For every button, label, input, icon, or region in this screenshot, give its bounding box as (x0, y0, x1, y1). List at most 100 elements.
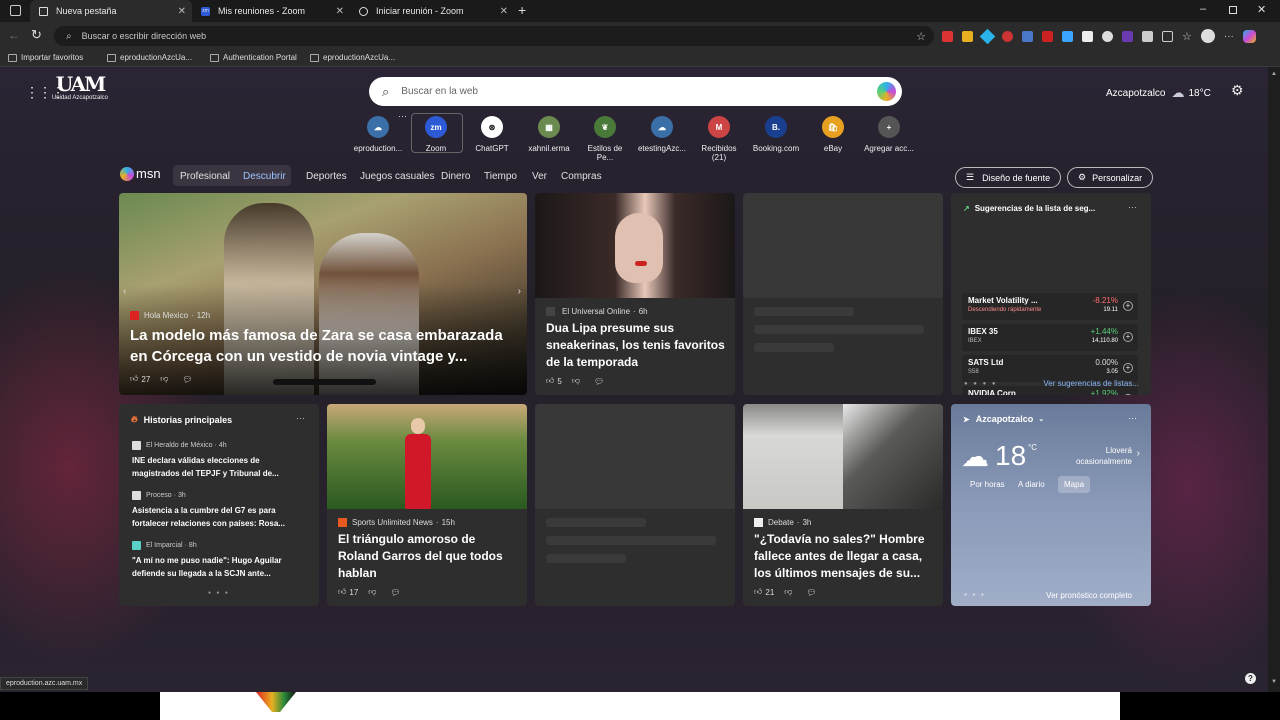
extension-icon[interactable] (1082, 30, 1093, 42)
workspaces-icon[interactable] (10, 5, 21, 16)
pager-dots[interactable]: ● ● ● ● (964, 381, 998, 387)
tab-zoom-start[interactable]: Iniciar reunión - Zoom ✕ (350, 0, 514, 22)
comment-icon[interactable]: 💬︎ (182, 375, 192, 384)
add-icon[interactable]: + (1123, 332, 1133, 342)
tab-zoom-meetings[interactable]: zm Mis reuniones - Zoom ✕ (192, 0, 350, 22)
help-icon[interactable]: ? (1245, 673, 1256, 684)
extension-icon[interactable] (1062, 30, 1073, 42)
like-icon[interactable]: 👍︎ (754, 587, 762, 597)
shortcut-tile[interactable]: ▦ xahnil.erma (524, 115, 574, 155)
tab-new-tab[interactable]: Nueva pestaña ✕ (30, 0, 192, 22)
carousel-dots[interactable] (273, 379, 376, 385)
more-options-icon[interactable]: ··· (1128, 413, 1137, 423)
shortcut-tile[interactable]: ⊛ ChatGPT (467, 115, 517, 155)
stock-row[interactable]: IBEX 35 IBEX +1.44% 14,110.80 + (962, 324, 1138, 351)
nav-item[interactable]: Compras (561, 167, 602, 185)
close-icon[interactable]: ✕ (336, 6, 344, 17)
watchlist-link[interactable]: Ver sugerencias de listas... (1043, 379, 1139, 388)
full-forecast-link[interactable]: Ver pronóstico completo (1046, 591, 1132, 600)
shortcut-tile[interactable]: ☁ eproduction... (353, 115, 403, 155)
story-item[interactable]: El Imparcial · 8h "A mí no me puso nadie":… (132, 541, 302, 580)
favorite-item[interactable]: eproductionAzcUa... (107, 53, 192, 62)
weather-summary[interactable]: Azcapotzalco ☁ 18°C (1106, 85, 1211, 101)
article-headline[interactable]: El triángulo amoroso de Roland Garros de… (338, 531, 518, 582)
stock-row[interactable]: SATS Ltd S58 0.00% 3.05 + (962, 355, 1138, 382)
hero-news-card[interactable]: Hola Mexico · 12h La modelo más famosa de … (119, 193, 527, 395)
carousel-next-icon[interactable]: › (518, 286, 521, 297)
scroll-up-icon[interactable]: ▲ (1271, 71, 1277, 77)
like-icon[interactable]: 👍︎ (130, 374, 138, 384)
hero-headline[interactable]: La modelo más famosa de Zara se casa emb… (130, 325, 515, 367)
font-design-button[interactable]: ☰ Diseño de fuente (955, 167, 1062, 188)
story-title[interactable]: Asistencia a la cumbre del G7 es para fo… (132, 504, 302, 530)
more-options-icon[interactable]: ··· (1128, 202, 1137, 212)
weather-widget[interactable]: ➤ Azcapotzalco ⌄ ··· ☁ 18 °C Lloverá oca… (951, 404, 1151, 606)
news-card[interactable]: Debate · 3h "¿Todavía no sales?" Hombre fa… (743, 404, 943, 606)
extension-icon[interactable] (1142, 30, 1153, 42)
profile-avatar[interactable] (1200, 29, 1215, 43)
shortcut-tile[interactable]: M Recibidos (21) (694, 115, 744, 162)
favorites-icon[interactable]: ☆ (1182, 30, 1192, 43)
add-icon[interactable]: + (1123, 301, 1133, 311)
more-options-icon[interactable]: ··· (296, 413, 305, 423)
maximize-button[interactable] (1229, 6, 1237, 14)
star-icon[interactable]: ☆ (916, 30, 926, 43)
settings-gear-icon[interactable]: ⚙ (1231, 82, 1244, 99)
close-icon[interactable]: ✕ (178, 6, 186, 17)
address-bar[interactable]: ⌕ Buscar o escribir dirección web ☆ (54, 26, 934, 46)
extension-icon[interactable] (1122, 30, 1133, 42)
pager-dots[interactable]: ● ● ● (208, 590, 230, 596)
nav-item[interactable]: Ver (532, 167, 547, 185)
back-icon[interactable]: ← (8, 28, 20, 42)
extension-icon[interactable] (1002, 30, 1013, 42)
close-window-button[interactable]: ✕ (1257, 3, 1266, 16)
new-tab-button[interactable]: + (518, 2, 526, 18)
add-icon[interactable]: + (1123, 394, 1133, 395)
favorite-item[interactable]: Authentication Portal (210, 53, 297, 62)
dislike-icon[interactable]: 👎︎ (784, 587, 792, 597)
tab-map[interactable]: Mapa (1058, 476, 1091, 493)
shortcut-tile[interactable]: B. Booking.com (751, 115, 801, 155)
story-item[interactable]: El Heraldo de México · 4h INE declara váli… (132, 441, 302, 480)
scroll-down-icon[interactable]: ▼ (1271, 679, 1277, 685)
minimize-button[interactable]: – (1200, 3, 1206, 15)
refresh-icon[interactable]: ↻ (31, 27, 42, 43)
extension-icon[interactable] (962, 30, 973, 42)
shortcut-more-icon[interactable]: ··· (398, 111, 407, 121)
news-card[interactable]: Sports Unlimited News · 15h El triángulo a… (327, 404, 527, 606)
more-menu-icon[interactable]: ··· (1224, 31, 1234, 42)
extension-icon[interactable] (1102, 30, 1113, 42)
extension-icon[interactable] (979, 28, 996, 44)
personalize-button[interactable]: ⚙ Personalizar (1067, 167, 1154, 188)
like-icon[interactable]: 👍︎ (338, 587, 346, 597)
carousel-prev-icon[interactable]: ‹ (123, 286, 126, 297)
chevron-right-icon[interactable]: › (1137, 448, 1140, 459)
news-card[interactable]: El Universal Online · 6h Dua Lipa presume … (535, 193, 735, 395)
story-title[interactable]: "A mí no me puso nadie": Hugo Aguilar de… (132, 554, 302, 580)
shortcut-tile[interactable]: 🛍 eBay (808, 115, 858, 155)
close-icon[interactable]: ✕ (500, 6, 508, 17)
web-search-box[interactable]: ⌕ Buscar en la web (369, 77, 902, 106)
dislike-icon[interactable]: 👎︎ (572, 376, 580, 386)
like-icon[interactable]: 👍︎ (546, 376, 554, 386)
nav-item[interactable]: Deportes (306, 167, 347, 185)
shortcut-tile[interactable]: + Agregar acc... (864, 115, 914, 155)
extension-icon[interactable] (1022, 30, 1033, 42)
extensions-icon[interactable] (1162, 30, 1173, 42)
copilot-icon[interactable] (1242, 29, 1256, 43)
add-icon[interactable]: + (1123, 363, 1133, 373)
comment-icon[interactable]: 💬︎ (806, 588, 816, 597)
nav-item[interactable]: Profesional (180, 167, 230, 185)
copilot-icon[interactable] (877, 82, 896, 101)
comment-icon[interactable]: 💬︎ (594, 377, 604, 386)
tab-daily[interactable]: A diario (1018, 480, 1045, 489)
pager-dots[interactable]: ● ● ● (964, 592, 986, 598)
msn-logo[interactable]: msn (120, 166, 161, 181)
extension-icon[interactable] (942, 30, 953, 42)
scrollbar[interactable]: ▲ ▼ (1268, 67, 1280, 692)
nav-item[interactable]: Tiempo (484, 167, 517, 185)
story-item[interactable]: Proceso · 3h Asistencia a la cumbre del G7… (132, 491, 302, 530)
uam-logo[interactable]: UAM Unidad Azcapotzalco (50, 73, 110, 107)
favorite-item[interactable]: eproductionAzcUa... (310, 53, 395, 62)
shortcut-tile[interactable]: ❦ Estilos de Pe... (580, 115, 630, 162)
